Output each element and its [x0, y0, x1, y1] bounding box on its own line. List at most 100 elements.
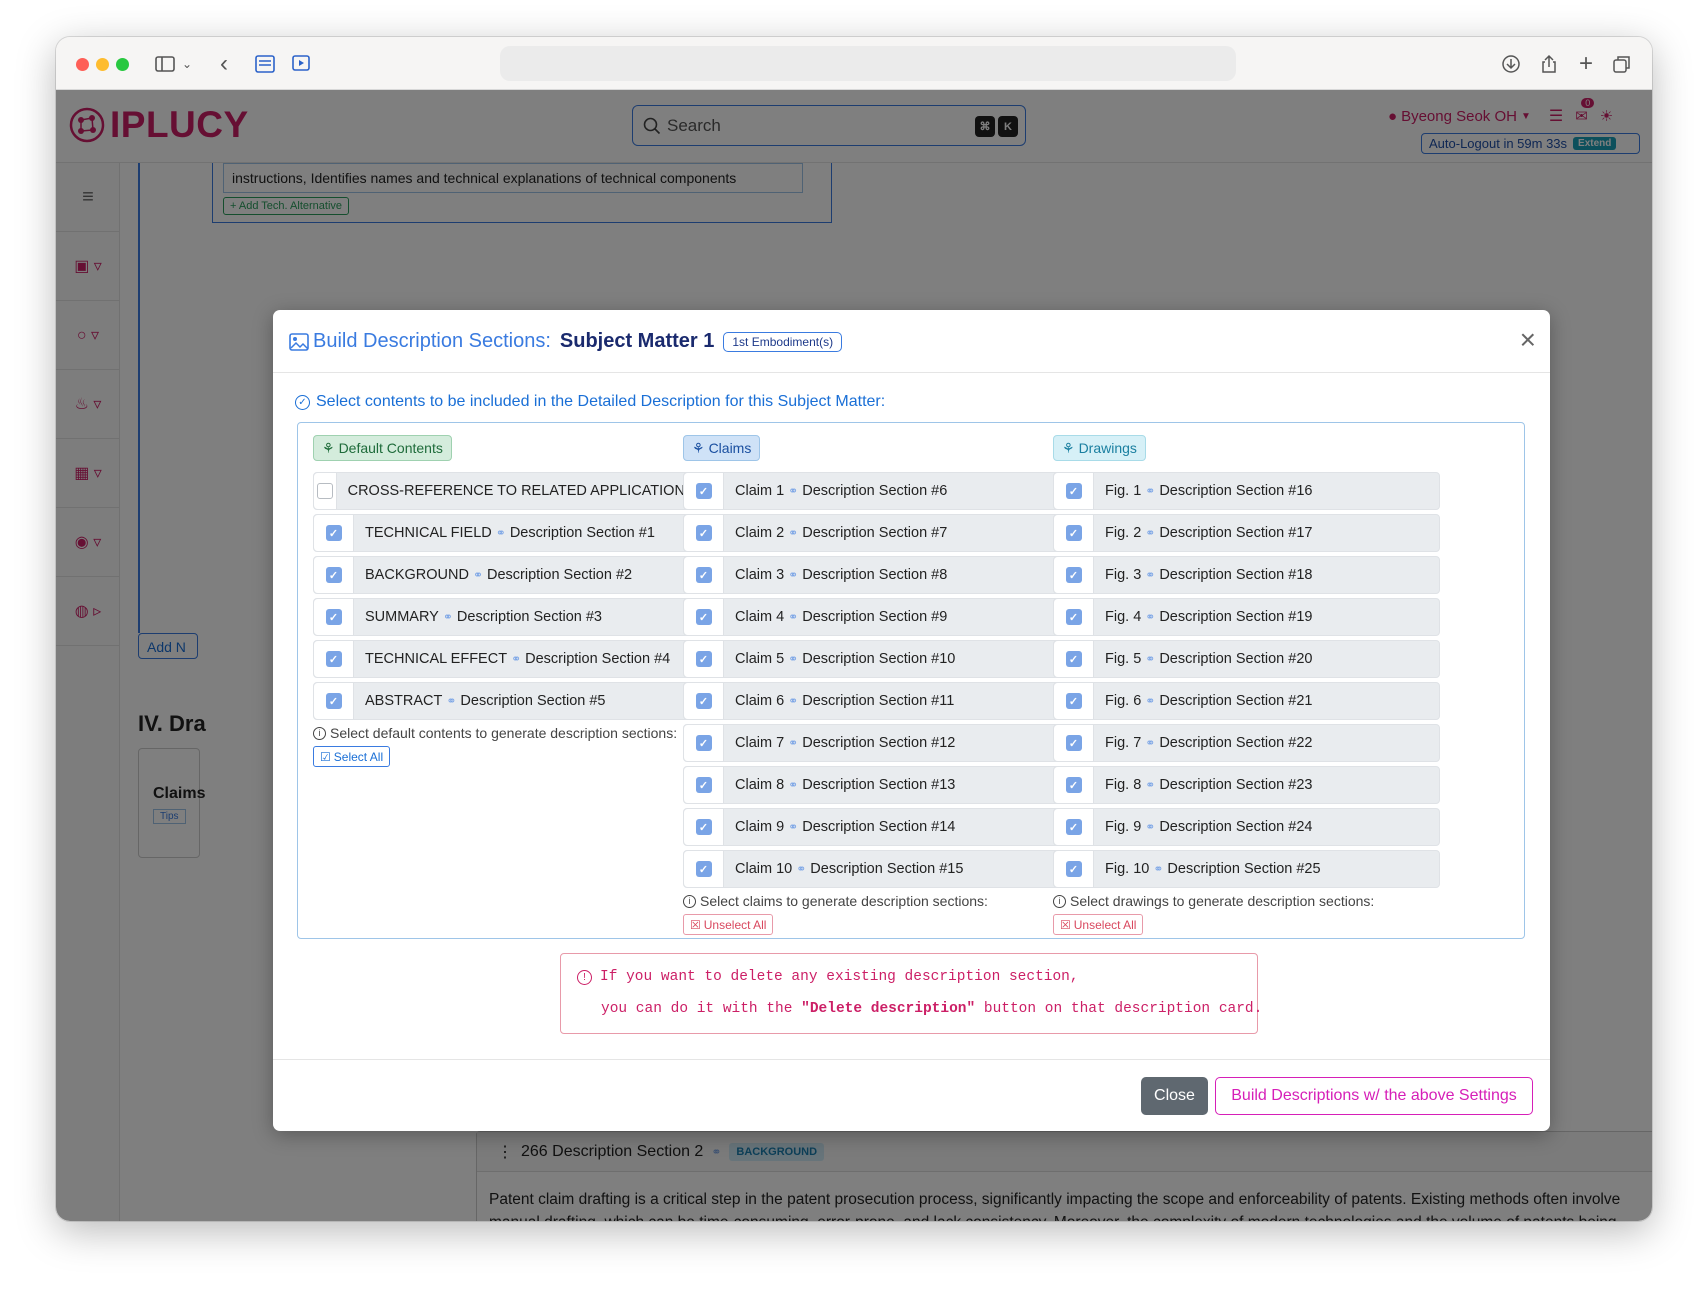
checkbox[interactable]: ✓	[1065, 777, 1082, 793]
checkbox-cell[interactable]: ✓	[1054, 851, 1094, 887]
checkbox[interactable]: ✓	[325, 693, 342, 709]
checkbox[interactable]	[316, 483, 333, 499]
checkbox-cell[interactable]	[314, 473, 337, 509]
checkbox-row[interactable]: ✓ Claim 4 ⚭ Description Section #9	[683, 598, 1070, 636]
url-bar[interactable]	[500, 46, 1236, 81]
checkbox[interactable]: ✓	[325, 567, 342, 583]
checkbox-row[interactable]: ✓ Fig. 7 ⚭ Description Section #22	[1053, 724, 1440, 762]
close-window-button[interactable]	[76, 58, 89, 71]
sidebar-toggle-icon[interactable]	[154, 52, 176, 76]
checkbox-row[interactable]: ✓ Fig. 8 ⚭ Description Section #23	[1053, 766, 1440, 804]
checkbox-row[interactable]: CROSS-REFERENCE TO RELATED APPLICATION⚭	[313, 472, 700, 510]
checkbox-row[interactable]: ✓ Claim 3 ⚭ Description Section #8	[683, 556, 1070, 594]
checkbox-cell[interactable]: ✓	[684, 809, 724, 845]
checkbox[interactable]: ✓	[695, 651, 712, 667]
checkbox-cell[interactable]: ✓	[684, 557, 724, 593]
checkbox-row[interactable]: ✓ Claim 9 ⚭ Description Section #14	[683, 808, 1070, 846]
checkbox-row[interactable]: ✓ Claim 10 ⚭ Description Section #15	[683, 850, 1070, 888]
checkbox[interactable]: ✓	[695, 777, 712, 793]
chevron-down-icon[interactable]: ⌄	[180, 52, 194, 76]
back-icon[interactable]: ‹	[216, 50, 232, 77]
checkbox-row[interactable]: ✓ Claim 1 ⚭ Description Section #6	[683, 472, 1070, 510]
checkbox-cell[interactable]: ✓	[1054, 599, 1094, 635]
unselect-all-drawings-button[interactable]: ☒ Unselect All	[1053, 914, 1144, 935]
checkbox[interactable]: ✓	[695, 861, 712, 877]
select-all-button[interactable]: ☑ Select All	[313, 746, 391, 767]
checkbox-row[interactable]: ✓ Fig. 1 ⚭ Description Section #16	[1053, 472, 1440, 510]
checkbox-cell[interactable]: ✓	[1054, 557, 1094, 593]
share-icon[interactable]	[1538, 52, 1560, 76]
checkbox-cell[interactable]: ✓	[314, 683, 354, 719]
checkbox-row[interactable]: ✓ Fig. 10 ⚭ Description Section #25	[1053, 850, 1440, 888]
checkbox[interactable]: ✓	[1065, 483, 1082, 499]
checkbox[interactable]: ✓	[1065, 735, 1082, 751]
checkbox[interactable]: ✓	[695, 609, 712, 625]
minimize-window-button[interactable]	[96, 58, 109, 71]
checkbox-cell[interactable]: ✓	[1054, 683, 1094, 719]
checkbox[interactable]: ✓	[695, 819, 712, 835]
checkbox-row[interactable]: ✓ TECHNICAL EFFECT ⚭ Description Section #4	[313, 640, 700, 678]
checkbox-cell[interactable]: ✓	[684, 599, 724, 635]
checkbox[interactable]: ✓	[695, 483, 712, 499]
new-tab-icon[interactable]: +	[1575, 50, 1597, 77]
tabs-overview-icon[interactable]	[1611, 52, 1633, 76]
checkbox-cell[interactable]: ✓	[684, 851, 724, 887]
checkbox-row[interactable]: ✓ Fig. 3 ⚭ Description Section #18	[1053, 556, 1440, 594]
checkbox-cell[interactable]: ✓	[314, 599, 354, 635]
unselect-all-claims-button[interactable]: ☒ Unselect All	[683, 914, 774, 935]
checkbox[interactable]: ✓	[1065, 819, 1082, 835]
checkbox[interactable]: ✓	[1065, 609, 1082, 625]
checkbox[interactable]: ✓	[1065, 861, 1082, 877]
checkbox[interactable]: ✓	[325, 525, 342, 541]
close-icon[interactable]: ×	[1520, 326, 1536, 354]
checkbox-row[interactable]: ✓ TECHNICAL FIELD ⚭ Description Section #1	[313, 514, 700, 552]
section-label: Description Section #17	[1159, 525, 1313, 541]
checkbox[interactable]: ✓	[1065, 525, 1082, 541]
checkbox[interactable]: ✓	[1065, 651, 1082, 667]
checkbox-row[interactable]: ✓ Claim 7 ⚭ Description Section #12	[683, 724, 1070, 762]
checkbox-cell[interactable]: ✓	[684, 473, 724, 509]
button-label: Unselect All	[703, 917, 767, 932]
checkbox-cell[interactable]: ✓	[1054, 515, 1094, 551]
checkbox[interactable]: ✓	[325, 651, 342, 667]
close-button[interactable]: Close	[1141, 1077, 1208, 1115]
checkbox-row[interactable]: ✓ Claim 2 ⚭ Description Section #7	[683, 514, 1070, 552]
checkbox-row[interactable]: ✓ Claim 8 ⚭ Description Section #13	[683, 766, 1070, 804]
zoom-window-button[interactable]	[116, 58, 129, 71]
checkbox-cell[interactable]: ✓	[684, 767, 724, 803]
checkbox[interactable]: ✓	[1065, 567, 1082, 583]
checkbox-row[interactable]: ✓ Fig. 5 ⚭ Description Section #20	[1053, 640, 1440, 678]
build-descriptions-button[interactable]: Build Descriptions w/ the above Settings	[1215, 1077, 1533, 1115]
checkbox[interactable]: ✓	[695, 525, 712, 541]
checkbox[interactable]: ✓	[1065, 693, 1082, 709]
reader-icon[interactable]	[254, 52, 276, 76]
checkbox-cell[interactable]: ✓	[1054, 767, 1094, 803]
checkbox-row[interactable]: ✓ Claim 6 ⚭ Description Section #11	[683, 682, 1070, 720]
warning-line-2-post: button on that description card.	[983, 1001, 1263, 1017]
checkbox[interactable]: ✓	[325, 609, 342, 625]
checkbox-cell[interactable]: ✓	[1054, 473, 1094, 509]
checkbox[interactable]: ✓	[695, 567, 712, 583]
checkbox-row[interactable]: ✓ Fig. 4 ⚭ Description Section #19	[1053, 598, 1440, 636]
checkbox-row[interactable]: ✓ Fig. 9 ⚭ Description Section #24	[1053, 808, 1440, 846]
checkbox-cell[interactable]: ✓	[314, 641, 354, 677]
checkbox-row[interactable]: ✓ Claim 5 ⚭ Description Section #10	[683, 640, 1070, 678]
checkbox-cell[interactable]: ✓	[1054, 725, 1094, 761]
checkbox-cell[interactable]: ✓	[684, 683, 724, 719]
checkbox-cell[interactable]: ✓	[1054, 641, 1094, 677]
checkbox-row[interactable]: ✓ SUMMARY ⚭ Description Section #3	[313, 598, 700, 636]
checkbox-cell[interactable]: ✓	[314, 515, 354, 551]
checkbox-cell[interactable]: ✓	[684, 725, 724, 761]
checkbox-row[interactable]: ✓ ABSTRACT ⚭ Description Section #5	[313, 682, 700, 720]
checkbox[interactable]: ✓	[695, 693, 712, 709]
checkbox-cell[interactable]: ✓	[684, 515, 724, 551]
media-icon[interactable]	[291, 52, 313, 76]
checkbox-row[interactable]: ✓ Fig. 2 ⚭ Description Section #17	[1053, 514, 1440, 552]
checkbox-row[interactable]: ✓ BACKGROUND ⚭ Description Section #2	[313, 556, 700, 594]
checkbox-cell[interactable]: ✓	[1054, 809, 1094, 845]
checkbox-row[interactable]: ✓ Fig. 6 ⚭ Description Section #21	[1053, 682, 1440, 720]
download-icon[interactable]	[1500, 52, 1522, 76]
checkbox-cell[interactable]: ✓	[684, 641, 724, 677]
checkbox[interactable]: ✓	[695, 735, 712, 751]
checkbox-cell[interactable]: ✓	[314, 557, 354, 593]
